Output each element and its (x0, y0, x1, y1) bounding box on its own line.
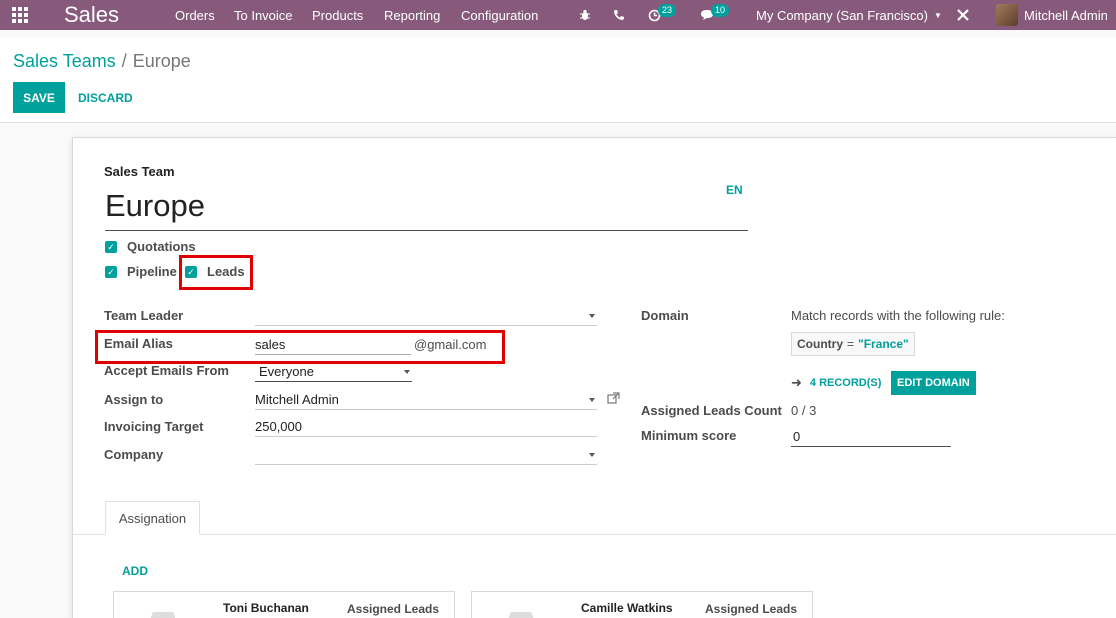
activity-badge: 23 (658, 3, 677, 17)
domain-rule-text: Match records with the following rule: (791, 308, 1005, 323)
messages-badge: 10 (711, 3, 730, 17)
assigned-leads-count-value: 0 / 3 (791, 403, 817, 418)
member-avatar (504, 612, 538, 618)
sales-team-caption: Sales Team (104, 164, 175, 179)
menu-orders[interactable]: Orders (175, 0, 215, 30)
breadcrumb-sales-teams[interactable]: Sales Teams (13, 51, 116, 71)
user-menu[interactable]: Mitchell Admin (996, 0, 1108, 30)
menu-products[interactable]: Products (312, 0, 363, 30)
pipeline-label: Pipeline (127, 264, 177, 279)
quotations-label: Quotations (127, 239, 196, 254)
email-alias-label: Email Alias (104, 336, 173, 351)
menu-to-invoice[interactable]: To Invoice (234, 0, 293, 30)
company-switcher[interactable]: My Company (San Francisco) ▼ (756, 0, 942, 30)
assigned-leads-count-label: Assigned Leads Count (641, 403, 782, 418)
team-name-input[interactable]: Europe (105, 188, 748, 231)
company-select[interactable] (255, 444, 597, 465)
invoicing-target-input[interactable]: 250,000 (255, 416, 597, 437)
external-link-icon[interactable] (607, 392, 620, 408)
member-name: Camille Watkins (581, 601, 673, 615)
leads-checkbox[interactable]: ✓ (185, 265, 197, 278)
quotations-checkbox-row[interactable]: ✓ Quotations (105, 239, 196, 254)
menu-configuration[interactable]: Configuration (461, 0, 538, 30)
arrow-right-icon: ➜ (791, 375, 802, 390)
accept-emails-select[interactable]: Everyone (255, 361, 412, 382)
member-card[interactable]: Camille Watkins Assigned Leads (471, 591, 813, 618)
breadcrumb-separator: / (121, 51, 127, 71)
top-navbar: Sales Orders To Invoice Products Reporti… (0, 0, 1116, 30)
messages-icon[interactable]: 10 (700, 0, 730, 30)
bug-icon[interactable] (579, 0, 591, 30)
chevron-down-icon: ▼ (933, 10, 942, 20)
pipeline-checkbox[interactable]: ✓ (105, 265, 117, 278)
records-link[interactable]: ➜ 4 RECORD(S) (791, 375, 881, 391)
quotations-checkbox[interactable]: ✓ (105, 240, 117, 253)
control-panel: Sales Teams / Europe SAVE DISCARD (0, 37, 1116, 123)
user-avatar (996, 4, 1018, 26)
form-sheet: Sales Team EN Europe ✓ Quotations ✓ Pipe… (72, 137, 1116, 618)
team-leader-label: Team Leader (104, 308, 184, 323)
dropdown-caret-icon (589, 398, 595, 402)
activity-clock-icon[interactable]: 23 (648, 0, 677, 30)
invoicing-target-label: Invoicing Target (104, 419, 204, 434)
save-button[interactable]: SAVE (13, 82, 65, 113)
member-card[interactable]: Toni Buchanan Assigned Leads (113, 591, 455, 618)
tab-assignation[interactable]: Assignation (105, 501, 200, 535)
dropdown-caret-icon (589, 453, 595, 457)
dropdown-caret-icon (589, 314, 595, 318)
phone-icon[interactable] (613, 0, 625, 30)
member-name: Toni Buchanan (223, 601, 309, 615)
email-alias-input[interactable]: sales (255, 334, 411, 355)
minimum-score-input[interactable]: 0 (791, 426, 951, 447)
user-name: Mitchell Admin (1024, 7, 1108, 23)
member-assigned-label: Assigned Leads (705, 602, 798, 616)
member-avatar (146, 612, 180, 618)
breadcrumb-current: Europe (132, 51, 191, 71)
team-leader-select[interactable] (255, 305, 597, 326)
menu-reporting[interactable]: Reporting (384, 0, 440, 30)
email-alias-domain: @gmail.com (414, 337, 487, 352)
pipeline-checkbox-row[interactable]: ✓ Pipeline (105, 264, 177, 279)
minimum-score-label: Minimum score (641, 428, 737, 443)
tools-icon[interactable] (956, 0, 970, 30)
leads-checkbox-row[interactable]: ✓ Leads (185, 264, 245, 279)
app-name[interactable]: Sales (64, 0, 119, 30)
add-member-button[interactable]: ADD (122, 564, 148, 578)
accept-emails-label: Accept Emails From (104, 363, 229, 378)
company-label: Company (104, 447, 164, 462)
member-assigned-label: Assigned Leads (347, 602, 440, 616)
dropdown-caret-icon (404, 370, 410, 374)
assign-to-select[interactable]: Mitchell Admin (255, 389, 597, 410)
breadcrumb: Sales Teams / Europe (13, 51, 191, 72)
discard-button[interactable]: DISCARD (78, 82, 133, 113)
edit-domain-button[interactable]: EDIT DOMAIN (891, 371, 976, 395)
domain-label: Domain (641, 308, 689, 323)
domain-rule-chip[interactable]: Country = "France" (791, 332, 915, 356)
company-name: My Company (San Francisco) (756, 7, 928, 23)
apps-menu-icon[interactable] (12, 0, 30, 30)
assign-to-label: Assign to (104, 392, 164, 407)
tabs-divider (73, 534, 1116, 535)
leads-label: Leads (207, 264, 245, 279)
